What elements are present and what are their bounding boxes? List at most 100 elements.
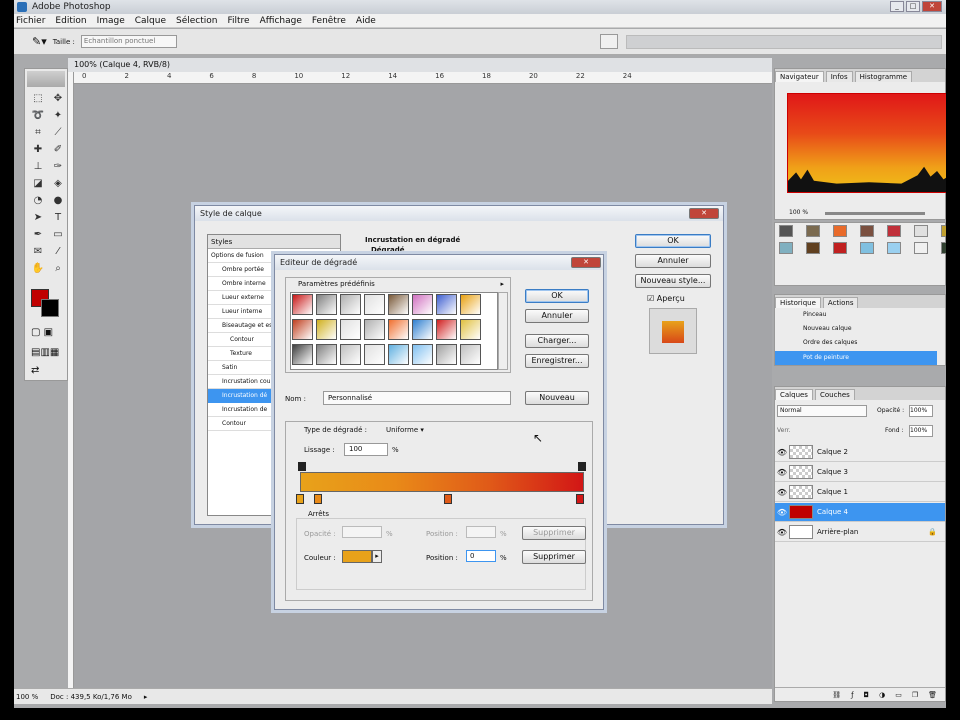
color-swatch[interactable] — [941, 225, 946, 237]
layer-row[interactable]: 👁 Arrière-plan 🔒 — [775, 523, 945, 542]
delete-color-stop-button[interactable]: Supprimer — [522, 550, 586, 564]
menu-fichier[interactable]: Fichier — [16, 16, 45, 26]
opacity-input[interactable]: 100% — [909, 405, 933, 417]
gradient-preset[interactable] — [460, 344, 481, 365]
stamp-tool-icon[interactable]: ⊥ — [29, 159, 47, 174]
style-cancel-button[interactable]: Annuler — [635, 254, 711, 268]
eraser-tool-icon[interactable]: ◪ — [29, 176, 47, 191]
quickmask-icon[interactable]: ▢ ▣ — [31, 327, 53, 338]
notes-tool-icon[interactable]: ✉ — [29, 244, 47, 259]
gradient-preset[interactable] — [292, 294, 313, 315]
style-ok-button[interactable]: OK — [635, 234, 711, 248]
color-swatch[interactable] — [941, 242, 946, 254]
eye-icon[interactable]: 👁 — [775, 528, 789, 537]
taille-select[interactable]: Echantillon ponctuel — [80, 35, 177, 48]
color-swatch[interactable] — [806, 225, 820, 237]
type-tool-icon[interactable]: T — [49, 210, 67, 225]
gradient-preset[interactable] — [364, 319, 385, 340]
eye-icon[interactable]: 👁 — [775, 448, 789, 457]
gradient-preset[interactable] — [364, 344, 385, 365]
history-item[interactable]: Ordre des calques — [803, 339, 857, 346]
gradient-preset[interactable] — [364, 294, 385, 315]
gradient-cancel-button[interactable]: Annuler — [525, 309, 589, 323]
background-color-swatch[interactable] — [41, 299, 59, 317]
menu-calque[interactable]: Calque — [135, 16, 166, 26]
slice-tool-icon[interactable]: ⟋ — [49, 125, 67, 140]
menu-selection[interactable]: Sélection — [176, 16, 217, 26]
type-select[interactable]: Uniforme ▾ — [382, 424, 450, 436]
smooth-input[interactable]: 100 — [344, 443, 388, 456]
hand-tool-icon[interactable]: ✋ — [29, 261, 47, 276]
gradient-close-button[interactable]: ✕ — [571, 257, 601, 268]
opacity-stop-right[interactable] — [578, 462, 586, 471]
tab-history[interactable]: Historique — [775, 297, 821, 308]
tab-navigator[interactable]: Navigateur — [775, 71, 824, 82]
fill-input[interactable]: 100% — [909, 425, 933, 437]
trash-icon[interactable]: 🗑 — [928, 691, 937, 699]
gradient-preset[interactable] — [436, 344, 457, 365]
color-swatch[interactable] — [887, 242, 901, 254]
menu-edition[interactable]: Edition — [55, 16, 86, 26]
healing-tool-icon[interactable]: ✚ — [29, 142, 47, 157]
eye-icon[interactable]: 👁 — [775, 468, 789, 477]
gradient-preset[interactable] — [316, 319, 337, 340]
brush-tool-icon[interactable]: ✐ — [49, 142, 67, 157]
gradient-preset[interactable] — [388, 344, 409, 365]
layer-row[interactable]: 👁 Calque 3 — [775, 463, 945, 482]
shape-tool-icon[interactable]: ▭ — [49, 227, 67, 242]
history-brush-icon[interactable]: ✑ — [49, 159, 67, 174]
save-button[interactable]: Enregistrer... — [525, 354, 589, 368]
color-position-input[interactable]: 0 — [466, 550, 496, 562]
palette-well-icon[interactable] — [600, 34, 618, 49]
pen-tool-icon[interactable]: ✒ — [29, 227, 47, 242]
menu-fenetre[interactable]: Fenêtre — [312, 16, 346, 26]
zoom-tool-icon[interactable]: ⌕ — [49, 261, 67, 276]
mask-icon[interactable]: ◘ — [864, 691, 870, 699]
gradient-preset[interactable] — [388, 294, 409, 315]
history-item[interactable]: Nouveau calque — [803, 325, 852, 332]
gradient-preset[interactable] — [412, 344, 433, 365]
gradient-preset[interactable] — [388, 319, 409, 340]
eye-icon[interactable]: 👁 — [775, 508, 789, 517]
color-menu-icon[interactable]: ▸ — [372, 550, 382, 563]
imageready-icon[interactable]: ⇄ — [31, 365, 39, 376]
color-swatch[interactable] — [914, 225, 928, 237]
adjustment-icon[interactable]: ◑ — [879, 691, 885, 699]
close-button[interactable]: ✕ — [922, 1, 942, 12]
blend-mode-select[interactable]: Normal — [777, 405, 867, 417]
minimize-button[interactable]: _ — [890, 1, 904, 12]
layer-row[interactable]: 👁 Calque 2 — [775, 443, 945, 462]
opacity-stop-input[interactable] — [342, 526, 382, 538]
menu-aide[interactable]: Aide — [356, 16, 376, 26]
gradient-preset[interactable] — [340, 294, 361, 315]
screen-mode-icon[interactable]: ▤▥▦ — [31, 347, 59, 358]
presets-scrollbar[interactable] — [498, 292, 508, 370]
tab-infos[interactable]: Infos — [825, 71, 853, 82]
lasso-tool-icon[interactable]: ➰ — [29, 108, 47, 123]
gradient-preset[interactable] — [460, 319, 481, 340]
delete-opacity-stop-button[interactable]: Supprimer — [522, 526, 586, 540]
gradient-preset[interactable] — [412, 294, 433, 315]
layer-row-selected[interactable]: 👁 Calque 4 — [775, 503, 945, 522]
maximize-button[interactable]: □ — [906, 1, 920, 12]
crop-tool-icon[interactable]: ⌗ — [29, 125, 47, 140]
menu-filtre[interactable]: Filtre — [228, 16, 250, 26]
color-stop-swatch[interactable] — [342, 550, 372, 563]
color-swatch[interactable] — [779, 225, 793, 237]
gradient-preset[interactable] — [292, 344, 313, 365]
color-stop-1[interactable] — [314, 494, 322, 504]
color-swatch[interactable] — [860, 225, 874, 237]
history-item-selected[interactable]: Pot de peinture — [775, 351, 937, 365]
tab-layers[interactable]: Calques — [775, 389, 813, 400]
gradient-preset[interactable] — [460, 294, 481, 315]
link-icon[interactable]: ⛓ — [832, 691, 841, 699]
gradient-preset[interactable] — [436, 294, 457, 315]
dodge-tool-icon[interactable]: ● — [49, 193, 67, 208]
color-stop-2[interactable] — [444, 494, 452, 504]
color-swatch[interactable] — [806, 242, 820, 254]
navigator-slider[interactable] — [825, 212, 925, 215]
eyedropper-icon[interactable]: ✎▾ — [32, 35, 47, 48]
new-layer-icon[interactable]: ❐ — [912, 691, 918, 699]
name-input[interactable]: Personnalisé — [323, 391, 511, 405]
gradient-ok-button[interactable]: OK — [525, 289, 589, 303]
